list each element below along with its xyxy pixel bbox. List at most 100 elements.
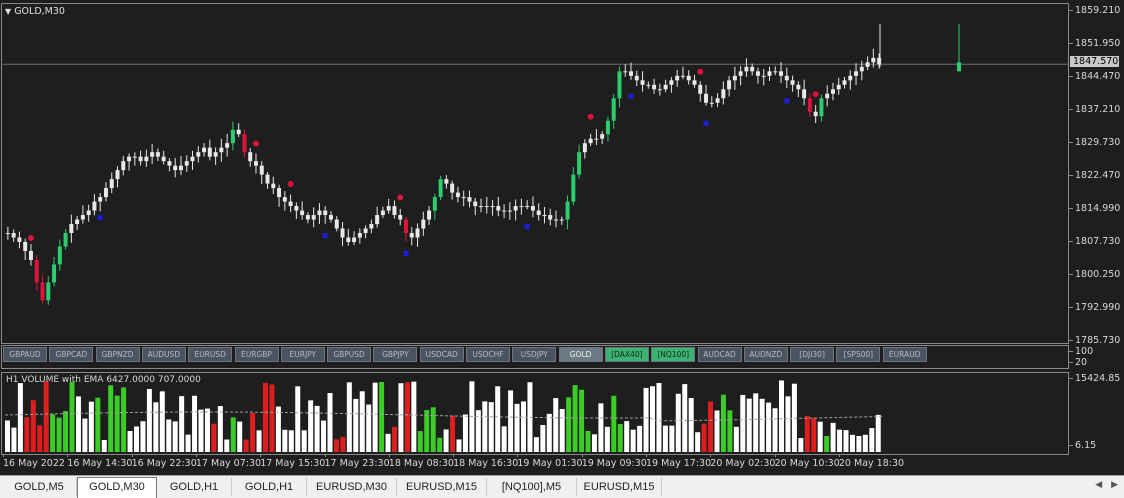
candle-body bbox=[611, 98, 616, 121]
volume-bar bbox=[579, 389, 585, 452]
candle-body bbox=[738, 71, 743, 76]
mid-tick-20: 20 bbox=[1068, 357, 1088, 368]
symbol-button-audusd[interactable]: AUDUSD bbox=[141, 347, 186, 362]
candle-body bbox=[11, 233, 16, 238]
volume-bar bbox=[88, 401, 94, 452]
volume-bar bbox=[204, 408, 210, 452]
candle-body bbox=[813, 111, 818, 117]
candle-body bbox=[28, 250, 33, 260]
price-tick: 1859.210 bbox=[1068, 5, 1121, 16]
volume-bar bbox=[327, 393, 333, 452]
candle-body bbox=[565, 201, 570, 220]
chart-title[interactable]: ▼ GOLD,M30 bbox=[5, 6, 65, 17]
candle-body bbox=[773, 71, 778, 73]
symbol-button-dax40[interactable]: [DAX40] bbox=[604, 347, 649, 362]
price-axis[interactable]: 1859.210 1851.950 1844.470 1837.210 1829.730… bbox=[1068, 3, 1122, 346]
candle-body bbox=[807, 98, 812, 112]
volume-bar bbox=[566, 397, 572, 452]
candle-body bbox=[842, 80, 847, 85]
chart-tab[interactable]: EURUSD,M15 bbox=[397, 478, 487, 496]
candle-body bbox=[311, 215, 316, 220]
sell-signal-dot bbox=[697, 68, 704, 75]
chart-tab[interactable]: EURUSD,M15 bbox=[577, 478, 662, 496]
price-tick: 1837.210 bbox=[1068, 104, 1121, 115]
candle-body bbox=[403, 219, 408, 234]
volume-bar bbox=[733, 426, 739, 452]
symbol-button-eurjpy[interactable]: EURJPY bbox=[280, 347, 325, 362]
symbol-button-audcad[interactable]: AUDCAD bbox=[697, 347, 742, 362]
chart-tab[interactable]: [NQ100],M5 bbox=[487, 478, 577, 496]
candle-body bbox=[225, 143, 230, 148]
candle-body bbox=[415, 228, 420, 238]
symbol-button-gbpusd[interactable]: GBPUSD bbox=[327, 347, 372, 362]
chart-tab[interactable]: GOLD,H1 bbox=[157, 478, 232, 496]
price-tick: 1851.950 bbox=[1068, 38, 1121, 49]
symbol-button-gbpcad[interactable]: GBPCAD bbox=[49, 347, 94, 362]
candle-body bbox=[871, 57, 876, 63]
candle-body bbox=[282, 197, 287, 202]
candle-body bbox=[577, 152, 582, 175]
symbol-button-gold[interactable]: GOLD bbox=[558, 347, 603, 362]
volume-bar bbox=[759, 398, 765, 452]
candle-body bbox=[178, 165, 183, 171]
symbol-button-euraud[interactable]: EURAUD bbox=[882, 347, 927, 362]
volume-bar bbox=[811, 417, 817, 452]
candle-body bbox=[571, 174, 576, 202]
sell-signal-dot bbox=[812, 91, 819, 98]
chart-tab[interactable]: GOLD,M5 bbox=[2, 478, 77, 496]
chart-tab[interactable]: GOLD,M30 bbox=[77, 477, 157, 498]
candle-body bbox=[86, 210, 91, 216]
symbol-button-usdcad[interactable]: USDCAD bbox=[419, 347, 464, 362]
candle-body bbox=[46, 282, 51, 301]
candle-body bbox=[150, 152, 155, 157]
time-tick: 16 May 14:30 bbox=[67, 454, 133, 469]
candle-body bbox=[727, 80, 732, 90]
price-tick: 1829.730 bbox=[1068, 137, 1121, 148]
candle-body bbox=[392, 206, 397, 216]
symbol-button-eurusd[interactable]: EURUSD bbox=[188, 347, 233, 362]
symbol-button-gbpjpy[interactable]: GBPJPY bbox=[373, 347, 418, 362]
chart-tab[interactable]: GOLD,H1 bbox=[232, 478, 307, 496]
price-tick: 1792.990 bbox=[1068, 302, 1121, 313]
volume-bar bbox=[701, 423, 707, 452]
symbol-button-gbpnzd[interactable]: GBPNZD bbox=[95, 347, 140, 362]
price-tick: 1822.470 bbox=[1068, 170, 1121, 181]
volume-bar bbox=[134, 426, 139, 452]
candle-body bbox=[715, 98, 720, 103]
candle-body bbox=[207, 147, 212, 157]
symbol-button-gbpaud[interactable]: GBPAUD bbox=[3, 347, 47, 362]
volume-bar bbox=[572, 385, 578, 452]
collapse-triangle-icon[interactable]: ▼ bbox=[5, 7, 11, 16]
candle-body bbox=[184, 161, 189, 166]
volume-bar bbox=[791, 383, 797, 452]
candle-body bbox=[530, 206, 535, 211]
candle-body bbox=[461, 197, 466, 199]
volume-bar bbox=[69, 382, 75, 452]
tab-scroll: ◀ ▶ bbox=[1089, 480, 1118, 490]
chart-tab[interactable]: EURUSD,M30 bbox=[307, 478, 397, 496]
candle-body bbox=[202, 147, 207, 153]
symbol-button-sp500[interactable]: [SP500] bbox=[836, 347, 881, 362]
price-chart-panel[interactable] bbox=[1, 3, 1069, 344]
volume-bar bbox=[540, 424, 546, 452]
candle-body bbox=[646, 84, 651, 86]
symbol-button-audnzd[interactable]: AUDNZD bbox=[743, 347, 788, 362]
candle-body bbox=[23, 241, 28, 251]
candle-body bbox=[305, 215, 310, 220]
symbol-button-usdjpy[interactable]: USDJPY bbox=[512, 347, 557, 362]
symbol-button-nq100[interactable]: [NQ100] bbox=[651, 347, 696, 362]
volume-bar bbox=[869, 428, 875, 452]
volume-bar bbox=[392, 426, 397, 452]
scroll-right-icon[interactable]: ▶ bbox=[1111, 480, 1118, 490]
symbol-button-eurgbp[interactable]: EURGBP bbox=[234, 347, 279, 362]
volume-bar bbox=[256, 430, 262, 452]
volume-bar bbox=[288, 430, 294, 452]
candle-body bbox=[409, 233, 414, 238]
symbol-button-usdchf[interactable]: USDCHF bbox=[466, 347, 510, 362]
scroll-left-icon[interactable]: ◀ bbox=[1095, 480, 1102, 490]
volume-bar bbox=[611, 395, 617, 452]
candle-body bbox=[865, 62, 870, 67]
symbol-button-dji30[interactable]: [DJI30] bbox=[790, 347, 835, 362]
candle-body bbox=[323, 210, 328, 216]
volume-bar bbox=[366, 404, 372, 452]
